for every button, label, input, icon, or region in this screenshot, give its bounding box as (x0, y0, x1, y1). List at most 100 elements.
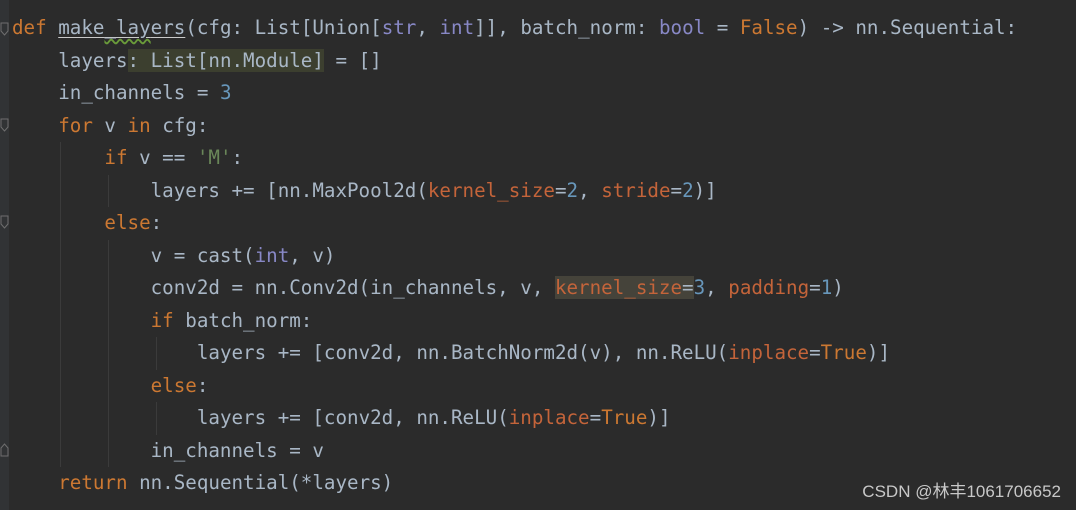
code-text: conv2d = nn.Conv2d(in_channels, v, (150, 276, 555, 299)
code-text: layers += [conv2d, nn.BatchNorm2d(v), nn… (196, 341, 729, 364)
code-text: = (809, 341, 821, 364)
indent-guide (60, 142, 61, 175)
builtin: int (439, 16, 475, 39)
code-text: ) -> nn.Sequential: (797, 16, 1018, 39)
code-line-11: layers += [conv2d, nn.BatchNorm2d(v), nn… (12, 337, 1017, 370)
string: 'M' (196, 146, 232, 169)
code-text: = (682, 276, 694, 299)
code-editor[interactable]: def make_layers(cfg: List[Union[str, int… (12, 12, 1017, 500)
fold-marker-icon[interactable] (0, 215, 9, 229)
code-text: layers (58, 48, 128, 72)
indent-guide (108, 304, 109, 337)
indent-guide (60, 369, 61, 402)
indent-guide (60, 434, 61, 467)
editor-gutter (0, 0, 9, 510)
code-text: = (554, 178, 567, 202)
keyword: False (739, 16, 798, 39)
type-hint-highlight: : List[nn.Module] (127, 48, 324, 72)
fold-end-marker-icon[interactable] (0, 443, 9, 457)
code-text: v (92, 113, 128, 137)
indent-guide (108, 272, 109, 305)
indent-guide (108, 174, 109, 207)
code-text: = (705, 16, 740, 39)
indent-guide (60, 337, 61, 370)
code-text: : (231, 146, 244, 169)
keyword: if (150, 308, 174, 332)
code-text: nn.Sequential(*layers) (127, 471, 394, 494)
code-text: : (150, 211, 163, 234)
fold-marker-icon[interactable] (0, 118, 9, 132)
keyword: True (820, 341, 867, 364)
watermark: CSDN @林丰1061706652 (862, 482, 1061, 501)
indent-guide (156, 402, 157, 435)
code-text: cfg: (150, 113, 209, 137)
code-line-4: for v in cfg: (12, 110, 1017, 143)
keyword: return (58, 471, 128, 494)
code-text: , (578, 178, 602, 202)
code-line-10: if batch_norm: (12, 304, 1017, 337)
function-name-part: ers (150, 16, 186, 39)
code-text: ) (832, 276, 844, 299)
code-line-9: conv2d = nn.Conv2d(in_channels, v, kerne… (12, 272, 1017, 305)
code-text: )] (647, 406, 671, 429)
fold-marker-icon[interactable] (0, 22, 9, 36)
code-line-8: v = cast(int, v) (12, 239, 1017, 272)
code-text: ]], batch_norm: (474, 16, 659, 39)
indent-guide (108, 369, 109, 402)
code-line-1: def make_layers(cfg: List[Union[str, int… (12, 12, 1017, 45)
function-name: make_layers (58, 16, 185, 39)
indent-guide (60, 304, 61, 337)
keyword-argument: padding (728, 276, 810, 299)
code-text: v = cast( (150, 243, 255, 267)
code-text: = [] (323, 48, 382, 72)
code-line-6: layers += [nn.MaxPool2d(kernel_size=2, s… (12, 174, 1017, 207)
builtin: str (381, 16, 417, 39)
function-name-part: make (58, 16, 105, 39)
indent-guide (108, 402, 109, 435)
code-line-5: if v == 'M': (12, 142, 1017, 175)
code-text: batch_norm: (173, 308, 313, 332)
code-text: : (196, 373, 209, 397)
number: 1 (820, 276, 833, 299)
indent-guide (156, 337, 157, 370)
code-line-2: layers: List[nn.Module] = [] (12, 45, 1017, 78)
keyword: else (104, 211, 151, 234)
typo-warning: _lay (104, 16, 151, 39)
indent-guide (60, 207, 61, 240)
code-text: = (589, 406, 602, 429)
indent-guide (60, 272, 61, 305)
code-text: , (416, 16, 440, 39)
keyword: else (150, 373, 197, 397)
keyword-argument: kernel_size (427, 178, 555, 202)
code-text: )] (866, 341, 890, 364)
keyword: def (12, 16, 47, 39)
code-text: )] (693, 178, 717, 202)
keyword-argument: inplace (508, 406, 590, 429)
code-line-12: else: (12, 369, 1017, 402)
code-line-3: in_channels = 3 (12, 77, 1017, 110)
indent-guide (60, 174, 61, 207)
code-text: , (705, 276, 729, 299)
code-text: (cfg: List[Union[ (185, 16, 382, 39)
indent-guide (108, 337, 109, 370)
builtin: int (254, 243, 290, 267)
keyword: in (127, 113, 151, 137)
code-line-7: else: (12, 207, 1017, 240)
number: 2 (566, 178, 579, 202)
indent-guide (60, 402, 61, 435)
code-text: layers += [conv2d, nn.ReLU( (196, 406, 509, 429)
keyword-argument-highlight: kernel_size (554, 276, 683, 299)
keyword-argument: stride (601, 178, 671, 202)
indent-guide (108, 434, 109, 467)
code-line-13: layers += [conv2d, nn.ReLU(inplace=True)… (12, 402, 1017, 435)
code-text: in_channels = (58, 81, 220, 104)
number: 3 (693, 276, 706, 299)
number: 2 (682, 178, 694, 202)
indent-guide (60, 239, 61, 272)
code-text: , v) (289, 243, 336, 267)
keyword: if (104, 146, 128, 169)
keyword: for (58, 113, 93, 137)
number: 3 (219, 81, 232, 104)
code-text: v == (127, 146, 197, 169)
code-text: in_channels = v (150, 438, 324, 462)
